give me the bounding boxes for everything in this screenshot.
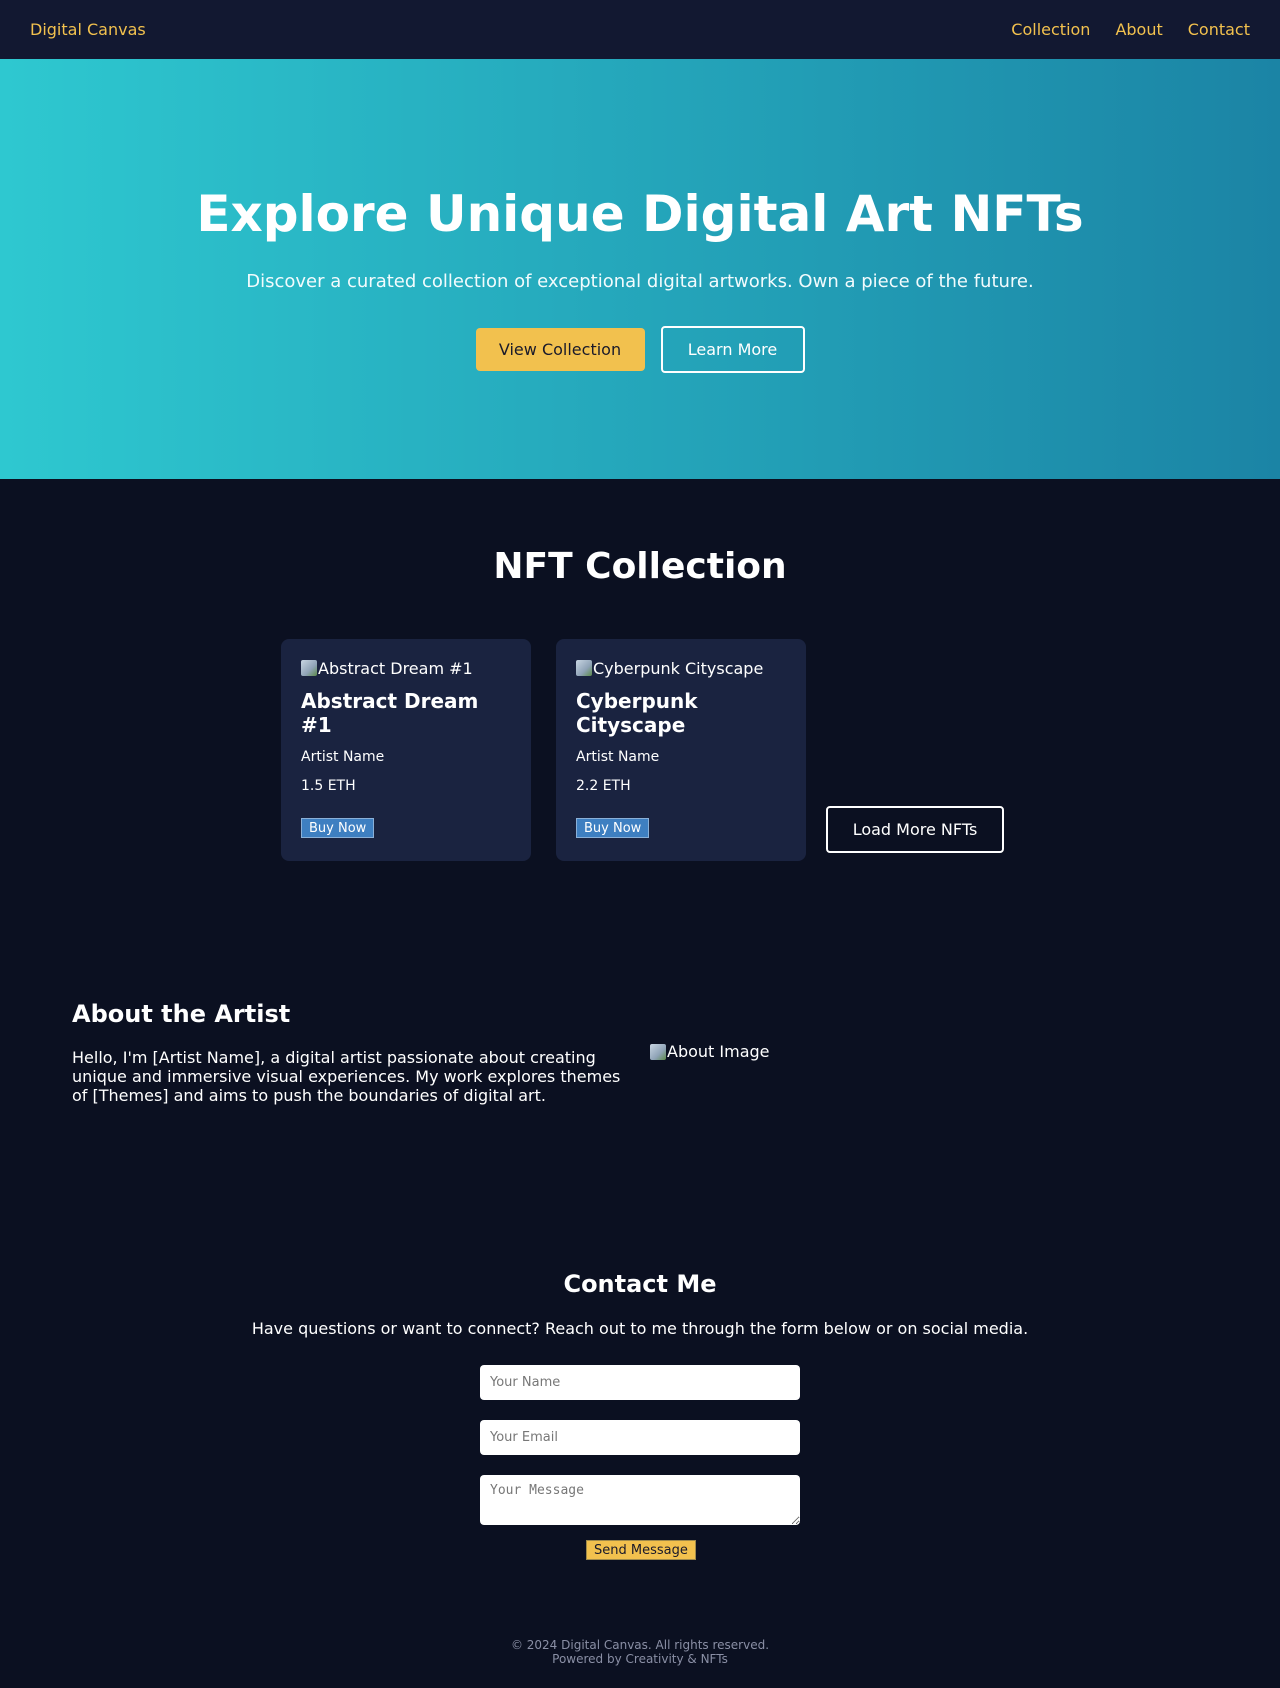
- send-message-button[interactable]: Send Message: [586, 1540, 696, 1560]
- buy-now-button[interactable]: Buy Now: [576, 818, 650, 838]
- nft-image-alt: Cyberpunk Cityscape: [593, 658, 764, 678]
- contact-subtitle: Have questions or want to connect? Reach…: [251, 1319, 1029, 1338]
- hero-subtitle: Discover a curated collection of excepti…: [246, 271, 1034, 292]
- nft-artist: Artist Name: [301, 749, 385, 765]
- top-nav: Digital Canvas Collection About Contact: [0, 0, 1280, 59]
- brand-link[interactable]: Digital Canvas: [30, 20, 146, 39]
- broken-image-icon: [301, 660, 317, 676]
- message-textarea[interactable]: [480, 1475, 800, 1525]
- view-collection-button[interactable]: View Collection: [475, 328, 645, 371]
- hero-buttons: View Collection Learn More: [0, 326, 1280, 373]
- hero-section: Explore Unique Digital Art NFTs Discover…: [0, 59, 1280, 479]
- broken-image-icon: [650, 1043, 666, 1060]
- buy-now-button[interactable]: Buy Now: [301, 818, 375, 838]
- broken-image-icon: [576, 660, 592, 676]
- email-input[interactable]: [480, 1420, 800, 1455]
- footer: © 2024 Digital Canvas. All rights reserv…: [0, 1638, 1280, 1666]
- nft-artist: Artist Name: [576, 749, 660, 765]
- name-input[interactable]: [480, 1365, 800, 1400]
- about-text: Hello, I'm [Artist Name], a digital arti…: [72, 1048, 621, 1105]
- hero-title: Explore Unique Digital Art NFTs: [196, 185, 1084, 243]
- nft-price: 1.5 ETH: [301, 778, 356, 794]
- nft-image: Abstract Dream #1: [301, 658, 511, 678]
- collection-title: NFT Collection: [493, 546, 787, 587]
- footer-copyright: © 2024 Digital Canvas. All rights reserv…: [510, 1638, 770, 1652]
- contact-title: Contact Me: [563, 1270, 717, 1298]
- nft-price: 2.2 ETH: [576, 778, 631, 794]
- nft-card: Cyberpunk Cityscape Cyberpunk Cityscape …: [556, 639, 806, 861]
- about-title: About the Artist: [72, 1000, 291, 1028]
- nft-image-alt: Abstract Dream #1: [318, 658, 473, 678]
- footer-powered: Powered by Creativity & NFTs: [552, 1652, 728, 1666]
- load-more-button[interactable]: Load More NFTs: [826, 806, 1004, 853]
- nav-link-contact[interactable]: Contact: [1188, 20, 1250, 39]
- about-image-alt: About Image: [667, 1042, 770, 1061]
- nft-card: Abstract Dream #1 Abstract Dream #1 Arti…: [281, 639, 531, 861]
- nft-title: Cyberpunk Cityscape: [576, 689, 698, 737]
- learn-more-button[interactable]: Learn More: [660, 326, 805, 373]
- nav-links: Collection About Contact: [1011, 20, 1250, 39]
- about-image: About Image: [650, 1042, 770, 1061]
- nav-link-collection[interactable]: Collection: [1011, 20, 1090, 39]
- nft-title: Abstract Dream #1: [301, 689, 479, 737]
- nav-link-about[interactable]: About: [1115, 20, 1162, 39]
- nft-image: Cyberpunk Cityscape: [576, 658, 786, 678]
